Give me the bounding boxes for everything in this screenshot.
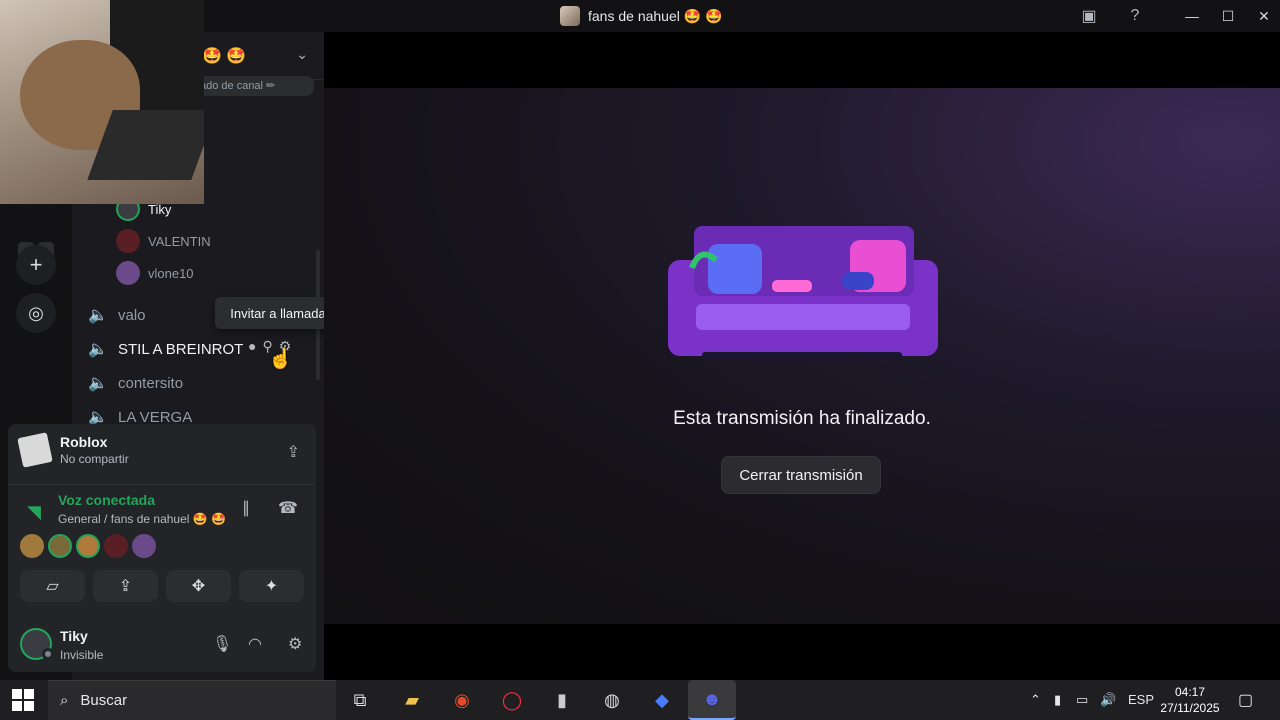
app-icon[interactable]: ◉	[448, 686, 476, 714]
speaker-icon: 🔈	[88, 341, 108, 358]
channel-status-pill[interactable]: ado de canal ✏	[192, 76, 314, 96]
mouse-pointer-icon: ☝	[268, 348, 293, 370]
screen-share-icon[interactable]: ▣	[1078, 6, 1100, 26]
invite-tooltip: Invitar a llamada	[215, 297, 341, 329]
channel-name: contersito	[118, 374, 184, 392]
signal-icon[interactable]: ◥	[20, 498, 48, 526]
pillow-blue	[708, 244, 762, 294]
search-placeholder: Buscar	[80, 692, 128, 709]
voice-status[interactable]: Voz conectada	[58, 492, 226, 508]
controller-blue-icon	[842, 272, 874, 290]
controller-pink-icon	[772, 280, 812, 292]
username[interactable]: Tiky	[60, 628, 88, 644]
opera-icon[interactable]: ◯	[498, 686, 526, 714]
share-screen-icon[interactable]: ⇪	[287, 442, 300, 462]
avatar	[116, 229, 140, 253]
channel-name: LA VERGA	[118, 408, 193, 426]
speaker-icon: 🔈	[88, 307, 108, 324]
search-icon: ⌕	[60, 692, 69, 709]
user-panel: Tiky Invisible 🎙 ◠ ⚙	[20, 626, 306, 666]
maximize-icon[interactable]: ☐	[1216, 4, 1240, 28]
activity-subtitle: No compartir	[60, 452, 129, 466]
voice-channel-contersito[interactable]: 🔈 contersito	[88, 372, 183, 394]
windows-start-icon[interactable]	[12, 689, 34, 711]
close-icon[interactable]: ✕	[1252, 4, 1276, 28]
member-item[interactable]: vlone10	[116, 261, 194, 285]
channel-name: valo	[118, 306, 146, 324]
avatar[interactable]	[20, 534, 44, 558]
divider	[8, 484, 316, 485]
roblox-app-icon[interactable]: ◆	[648, 686, 676, 714]
voice-channel-valo[interactable]: 🔈 valo	[88, 304, 146, 326]
stage-header	[324, 32, 1280, 88]
activity-card: Roblox No compartir	[17, 432, 129, 468]
voice-participants	[20, 534, 156, 558]
taskbar-search[interactable]: ⌕ Buscar	[48, 680, 336, 720]
voice-connection: ◥ Voz conectada General / fans de nahuel…	[20, 492, 226, 526]
clock-date: 27/11/2025	[1160, 701, 1220, 715]
close-stream-button[interactable]: Cerrar transmisión	[721, 456, 881, 494]
couch-seat	[696, 304, 910, 330]
soundboard-button[interactable]: ✦	[239, 570, 304, 602]
webcam-overlay	[0, 0, 204, 204]
window-title: fans de nahuel 🤩 🤩	[588, 7, 723, 24]
notifications-icon[interactable]: ▢	[1238, 690, 1253, 710]
stage-footer	[324, 624, 1280, 680]
member-item[interactable]: VALENTIN	[116, 229, 211, 253]
discord-app: fans de nahuel 🤩 🤩 ▣ ? — ☐ ✕ + ◎ 🤩 🤩 ⌄ a…	[0, 0, 1280, 680]
discover-icon[interactable]: ◎	[16, 293, 56, 333]
network-icon[interactable]: ▭	[1076, 692, 1088, 708]
microphone-icon[interactable]: 🎙	[212, 634, 232, 654]
member-name: VALENTIN	[148, 233, 211, 249]
voice-location[interactable]: General / fans de nahuel 🤩 🤩	[58, 512, 226, 526]
avatar	[116, 261, 140, 285]
camera-off-button[interactable]: ▱	[20, 570, 85, 602]
noise-suppression-icon[interactable]: ∥	[242, 498, 250, 518]
user-status-text: Invisible	[60, 648, 104, 662]
avatar[interactable]	[104, 534, 128, 558]
headphones-icon[interactable]: ◠	[248, 634, 262, 654]
couch-illustration	[668, 226, 938, 360]
voice-panel: Roblox No compartir ⇪ ◥ Voz conectada Ge…	[8, 424, 316, 672]
clock-time: 04:17	[1174, 685, 1206, 699]
stream-stage: Esta transmisión ha finalizado. Cerrar t…	[324, 88, 1280, 624]
disconnect-icon[interactable]: ☎	[278, 498, 298, 518]
add-server-icon[interactable]: +	[16, 245, 56, 285]
activity-title: Roblox	[60, 434, 108, 450]
roblox-icon	[17, 432, 53, 468]
gear-icon[interactable]: ⚙	[288, 634, 302, 654]
chevron-down-icon[interactable]: ⌄	[296, 46, 308, 63]
language-indicator[interactable]: ESP	[1128, 692, 1154, 707]
avatar[interactable]	[48, 534, 72, 558]
volume-icon[interactable]: 🔊	[1100, 692, 1116, 708]
window-title-group: fans de nahuel 🤩 🤩	[560, 6, 723, 26]
channel-name: STIL A BREINROT	[118, 340, 244, 358]
task-view-icon[interactable]: ⧉	[346, 686, 374, 714]
usb-icon[interactable]: ▮	[1054, 692, 1061, 708]
couch-legs	[702, 352, 902, 360]
server-avatar-icon	[560, 6, 580, 26]
server-name: 🤩 🤩	[202, 48, 247, 65]
help-icon[interactable]: ?	[1124, 6, 1146, 26]
voice-actions: ▱ ⇪ ✥ ✦	[20, 570, 304, 602]
windows-taskbar: ⌕ Buscar ⧉ ▰ ◉ ◯ ▮ ◍ ◆ ☻ ⌃ ▮ ▭ 🔊 ESP 04:…	[0, 680, 1280, 720]
minimize-icon[interactable]: —	[1180, 4, 1204, 28]
activities-button[interactable]: ✥	[166, 570, 231, 602]
chat-bubble-icon[interactable]: ●	[248, 338, 256, 355]
avatar[interactable]	[76, 534, 100, 558]
speaker-icon: 🔈	[88, 375, 108, 392]
status-indicator	[42, 648, 54, 660]
stream-ended-message: Esta transmisión ha finalizado.	[673, 408, 931, 429]
discord-icon[interactable]: ☻	[688, 680, 736, 720]
obs-icon[interactable]: ◍	[598, 686, 626, 714]
share-screen-button[interactable]: ⇪	[93, 570, 158, 602]
avatar[interactable]	[132, 534, 156, 558]
microphone-app-icon[interactable]: ▮	[548, 686, 576, 714]
member-name: vlone10	[148, 265, 194, 281]
voice-channel-stil-a-breinrot[interactable]: 🔈 STIL A BREINROT	[88, 338, 243, 360]
system-clock[interactable]: 04:17 27/11/2025	[1158, 684, 1222, 716]
file-explorer-icon[interactable]: ▰	[398, 686, 426, 714]
chevron-up-icon[interactable]: ⌃	[1030, 692, 1041, 708]
